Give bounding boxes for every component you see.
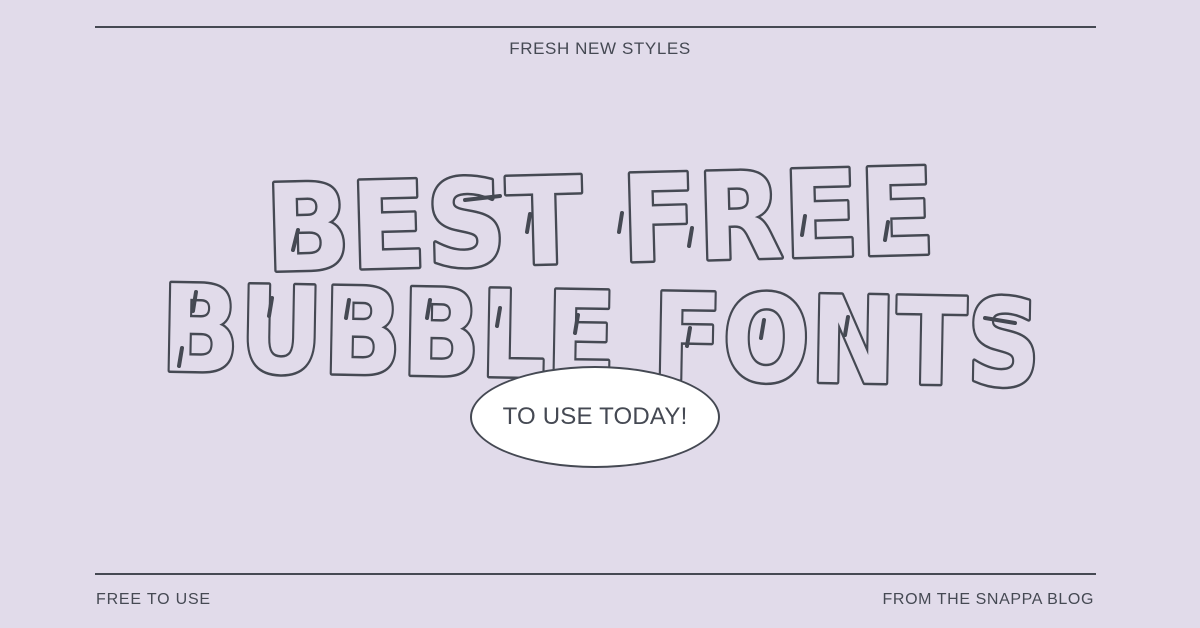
bottom-divider — [95, 573, 1096, 575]
badge-label: TO USE TODAY! — [502, 403, 688, 430]
headline: BEST FREE BUBBLE FONTS — [157, 141, 1044, 417]
footer-left-text: FREE TO USE — [96, 591, 211, 608]
footer-right-text: FROM THE SNAPPA BLOG — [882, 591, 1094, 608]
to-use-today-badge: TO USE TODAY! — [470, 366, 720, 468]
